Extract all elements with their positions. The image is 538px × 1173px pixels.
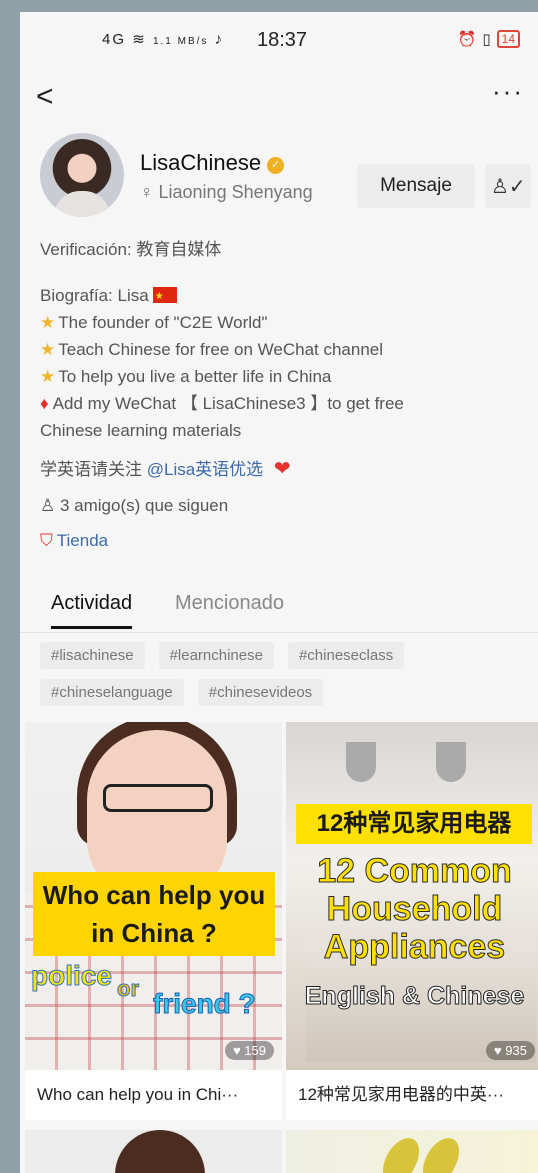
like-count: ♥ 159 (224, 1041, 274, 1060)
status-time: 18:37 (257, 29, 308, 51)
status-bar: 4G ≋ 1.1 MB/s ♪ 18:37 ⏰ ▯ 14 (20, 12, 538, 72)
bio-line: ♦ Add my WeChat 【 LisaChinese3 】to get fr… (40, 390, 520, 417)
overlay-or: or (117, 976, 140, 1002)
post-thumbnail: Who can help you in China ? police or fr… (25, 722, 282, 1070)
network-indicator: 4G (102, 31, 127, 48)
wifi-icon: ≋ (132, 31, 147, 48)
speed-indicator: 1.1 MB/s (152, 36, 209, 47)
overlay-en-title: 12 Common Household Appliances (286, 852, 538, 967)
mutual-friends[interactable]: ♙ 3 amigo(s) que siguen (40, 492, 520, 519)
overlay-police: police (31, 960, 113, 992)
bio-line: Chinese learning materials (40, 421, 242, 440)
friends-text: 3 amigo(s) que siguen (59, 496, 229, 515)
post-thumbnail: 12种常见家用电器 12 Common Household Appliances… (286, 722, 538, 1070)
store-text: Tienda (56, 531, 109, 550)
hashtag-list: #lisachinese #learnchinese #chineseclass… (40, 642, 530, 706)
overlay-line: Appliances (323, 928, 506, 967)
store-icon: ⛉ (40, 531, 53, 550)
friends-icon: ♙ (40, 496, 56, 515)
overlay-line: Who can help you (42, 880, 266, 910)
tab-actividad[interactable]: Actividad (51, 592, 133, 629)
like-count-value: 159 (244, 1043, 266, 1058)
promo-line: 学英语请关注 @Lisa英语优选 ❤ (40, 456, 520, 483)
overlay-line: in China ? (91, 918, 217, 948)
like-count: ♥ 935 (485, 1041, 535, 1060)
verified-badge-icon: ✓ (267, 157, 285, 174)
star-icon: ★ (40, 313, 56, 332)
like-count-value: 935 (505, 1043, 527, 1058)
hashtag-chip[interactable]: #chineselanguage (40, 679, 184, 706)
bio-label: Biografía: Lisa (40, 286, 149, 305)
message-button[interactable]: Mensaje (357, 164, 475, 208)
overlay-line: Household (326, 890, 503, 929)
profile-location: ♀ Liaoning Shenyang (140, 182, 313, 203)
thumbnail-overlay-title: Who can help you in China ? (33, 872, 275, 956)
profile-name-text: LisaChinese (140, 150, 262, 175)
alarm-icon: ⏰ (457, 31, 477, 48)
hashtag-chip[interactable]: #chinesevideos (197, 679, 324, 706)
follow-friend-icon[interactable]: ♙✓ (485, 164, 531, 208)
overlay-line: 12 Common (317, 852, 513, 891)
diamond-icon: ♦ (40, 394, 49, 413)
overlay-subtitle: English & Chinese (304, 982, 525, 1011)
star-icon: ★ (40, 367, 56, 386)
promo-link[interactable]: @Lisa英语优选 (147, 460, 263, 479)
tiktok-icon: ♪ (214, 31, 225, 48)
location-text: Liaoning Shenyang (158, 182, 313, 202)
female-icon: ♀ (140, 182, 154, 202)
profile-name: LisaChinese ✓ (140, 150, 285, 176)
vibrate-icon: ▯ (482, 31, 491, 48)
bio-line: ★ To help you live a better life in China (40, 363, 520, 390)
verification-text: Verificación: 教育自媒体 (40, 240, 222, 259)
hashtag-chip[interactable]: #lisachinese (40, 642, 145, 669)
promo-text: 学英语请关注 (40, 460, 142, 479)
status-icons: 4G ≋ 1.1 MB/s ♪ (102, 30, 224, 48)
overlay-friend: friend ? (153, 988, 257, 1020)
star-icon: ★ (40, 340, 56, 359)
biography: Biografía: Lisa ★The founder of "C2E Wor… (40, 282, 520, 444)
top-nav: < ··· (20, 74, 538, 120)
heart-icon: ♥ (493, 1043, 502, 1058)
bio-line-text: To help you live a better life in China (58, 367, 332, 386)
store-link[interactable]: ⛉ Tienda (40, 527, 520, 554)
bio-label-line: Biografía: Lisa (40, 282, 520, 310)
bio-line: ★ The founder of "C2E World" (40, 309, 520, 336)
post-thumbnail (286, 1130, 538, 1173)
post-caption: Who can help you in Chi··· (25, 1070, 282, 1120)
battery-indicator: 14 (496, 30, 520, 48)
status-right: ⏰ ▯ 14 (458, 30, 520, 48)
hashtag-chip[interactable]: #learnchinese (158, 642, 274, 669)
content-tabs: Actividad Mencionado (20, 588, 538, 633)
bio-line: ★ Teach Chinese for free on WeChat channe… (40, 336, 520, 363)
overlay-cn-title: 12种常见家用电器 (296, 804, 532, 844)
heart-icon: ❤ (273, 458, 291, 480)
back-icon[interactable]: < (36, 80, 54, 114)
post-thumbnail (25, 1130, 282, 1173)
avatar[interactable] (40, 133, 124, 217)
more-options-icon[interactable]: ··· (492, 76, 524, 107)
tab-mencionado[interactable]: Mencionado (175, 592, 284, 615)
post-caption: 12种常见家用电器的中英··· (286, 1070, 538, 1120)
hashtag-chip[interactable]: #chineseclass (287, 642, 405, 669)
bio-line-text: Add my WeChat 【 LisaChinese3 】to get fre… (52, 394, 404, 413)
heart-icon: ♥ (232, 1043, 241, 1058)
profile-screen: 4G ≋ 1.1 MB/s ♪ 18:37 ⏰ ▯ 14 < ··· LisaC… (20, 12, 538, 1173)
bio-line-text: The founder of "C2E World" (58, 313, 268, 332)
china-flag-icon (152, 283, 177, 310)
bio-line-text: Teach Chinese for free on WeChat channel (58, 340, 384, 359)
glasses-graphic (103, 784, 213, 812)
